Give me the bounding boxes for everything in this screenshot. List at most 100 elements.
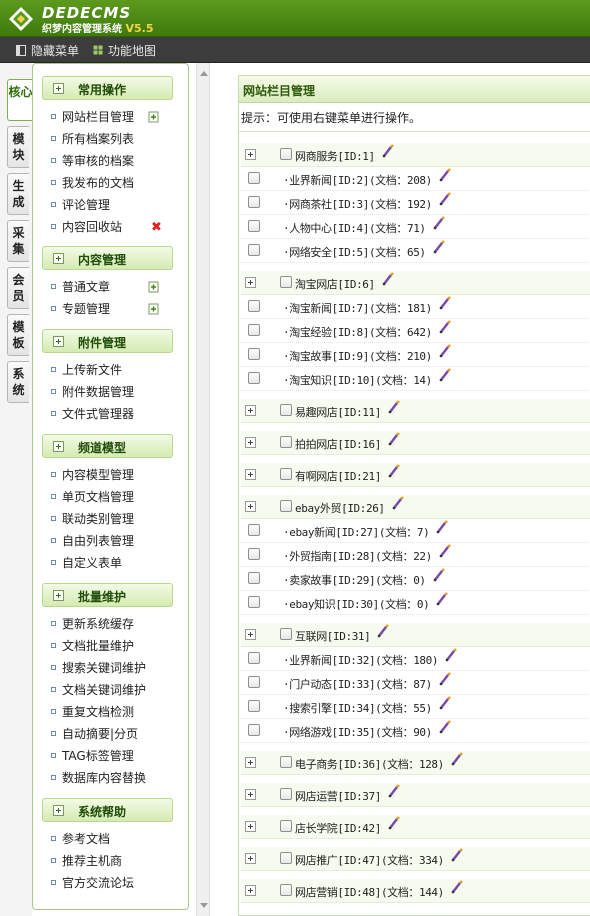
- sidebar-item-pending-archives[interactable]: 等审核的档案: [51, 152, 134, 170]
- tab-core[interactable]: 核心: [7, 79, 33, 121]
- expand-icon[interactable]: [245, 821, 256, 832]
- add-icon[interactable]: [148, 281, 160, 293]
- sidebar-item-db-replace[interactable]: 数据库内容替换: [51, 769, 146, 787]
- category-row[interactable]: 网店营销[ID:48](文档：144): [241, 879, 590, 903]
- sidebar-item-my-documents[interactable]: 我发布的文档: [51, 174, 134, 192]
- edit-icon[interactable]: [438, 168, 452, 182]
- section-header-common[interactable]: 常用操作: [42, 76, 173, 100]
- section-header-content[interactable]: 内容管理: [42, 246, 173, 270]
- edit-icon[interactable]: [438, 696, 452, 710]
- subcategory-row[interactable]: ·门户动态[ID:33](文档：87): [241, 671, 590, 695]
- select-checkbox[interactable]: [280, 820, 292, 832]
- category-row[interactable]: 互联网[ID:31]: [241, 623, 590, 647]
- select-checkbox[interactable]: [248, 676, 260, 688]
- select-checkbox[interactable]: [280, 884, 292, 896]
- select-checkbox[interactable]: [280, 628, 292, 640]
- subcategory-row[interactable]: ·淘宝经验[ID:8](文档：642): [241, 319, 590, 343]
- edit-icon[interactable]: [435, 520, 449, 534]
- subcategory-row[interactable]: ·ebay新闻[ID:27](文档：7): [241, 519, 590, 543]
- select-checkbox[interactable]: [248, 596, 260, 608]
- select-checkbox[interactable]: [280, 436, 292, 448]
- edit-icon[interactable]: [438, 296, 452, 310]
- sidebar-item-comments[interactable]: 评论管理: [51, 196, 110, 214]
- sidebar-item-reference-docs[interactable]: 参考文档: [51, 830, 110, 848]
- tab-generate[interactable]: 生成: [7, 173, 29, 215]
- select-checkbox[interactable]: [248, 372, 260, 384]
- delete-icon[interactable]: ✖: [151, 221, 162, 234]
- edit-icon[interactable]: [450, 752, 464, 766]
- expand-icon[interactable]: [245, 853, 256, 864]
- subcategory-row[interactable]: ·业界新闻[ID:2](文档：208): [241, 167, 590, 191]
- sidebar-item-column-management[interactable]: 网站栏目管理: [51, 108, 134, 126]
- sidebar-item-single-pages[interactable]: 单页文档管理: [51, 488, 134, 506]
- add-icon[interactable]: [148, 111, 160, 123]
- sidebar-item-update-cache[interactable]: 更新系统缓存: [51, 615, 134, 633]
- section-header-attachments[interactable]: 附件管理: [42, 329, 173, 353]
- edit-icon[interactable]: [438, 672, 452, 686]
- edit-icon[interactable]: [438, 368, 452, 382]
- edit-icon[interactable]: [387, 432, 401, 446]
- category-row[interactable]: 网店推广[ID:47](文档：334): [241, 847, 590, 871]
- edit-icon[interactable]: [438, 344, 452, 358]
- select-checkbox[interactable]: [280, 788, 292, 800]
- select-checkbox[interactable]: [280, 404, 292, 416]
- category-row[interactable]: 店长学院[ID:42]: [241, 815, 590, 839]
- category-row[interactable]: 网店运营[ID:37]: [241, 783, 590, 807]
- edit-icon[interactable]: [387, 816, 401, 830]
- expand-icon[interactable]: [245, 277, 256, 288]
- sidebar-item-batch-docs[interactable]: 文档批量维护: [51, 637, 134, 655]
- edit-icon[interactable]: [391, 496, 405, 510]
- category-row[interactable]: 拍拍网店[ID:16]: [241, 431, 590, 455]
- sidebar-item-content-models[interactable]: 内容模型管理: [51, 466, 134, 484]
- category-row[interactable]: 电子商务[ID:36](文档：128): [241, 751, 590, 775]
- edit-icon[interactable]: [438, 720, 452, 734]
- sidebar-item-doc-keywords[interactable]: 文档关键词维护: [51, 681, 146, 699]
- sidebar-item-free-lists[interactable]: 自由列表管理: [51, 532, 134, 550]
- edit-icon[interactable]: [432, 568, 446, 582]
- edit-icon[interactable]: [381, 144, 395, 158]
- category-row[interactable]: 易趣网店[ID:11]: [241, 399, 590, 423]
- tab-module[interactable]: 模块: [7, 126, 29, 168]
- sidebar-item-search-keywords[interactable]: 搜索关键词维护: [51, 659, 146, 677]
- expand-icon[interactable]: [245, 437, 256, 448]
- sidebar-item-tag-management[interactable]: TAG标签管理: [51, 747, 134, 765]
- subcategory-row[interactable]: ·淘宝故事[ID:9](文档：210): [241, 343, 590, 367]
- edit-icon[interactable]: [387, 784, 401, 798]
- section-header-batch-maintenance[interactable]: 批量维护: [42, 583, 173, 607]
- sidebar-item-hosting[interactable]: 推荐主机商: [51, 852, 122, 870]
- sidebar-item-custom-forms[interactable]: 自定义表单: [51, 554, 122, 572]
- subcategory-row[interactable]: ·人物中心[ID:4](文档：71): [241, 215, 590, 239]
- tab-member[interactable]: 会员: [7, 267, 29, 309]
- expand-icon[interactable]: [245, 757, 256, 768]
- select-checkbox[interactable]: [248, 700, 260, 712]
- sidebar-item-recycle-bin[interactable]: 内容回收站: [51, 218, 122, 236]
- expand-icon[interactable]: [245, 149, 256, 160]
- expand-icon[interactable]: [245, 885, 256, 896]
- select-checkbox[interactable]: [248, 196, 260, 208]
- select-checkbox[interactable]: [248, 324, 260, 336]
- expand-icon[interactable]: [245, 629, 256, 640]
- sidebar-item-topics[interactable]: 专题管理: [51, 300, 110, 318]
- category-row[interactable]: ebay外贸[ID:26]: [241, 495, 590, 519]
- subcategory-row[interactable]: ·网商茶社[ID:3](文档：192): [241, 191, 590, 215]
- tab-template[interactable]: 模板: [7, 314, 29, 356]
- subcategory-row[interactable]: ·业界新闻[ID:32](文档：180): [241, 647, 590, 671]
- edit-icon[interactable]: [432, 216, 446, 230]
- edit-icon[interactable]: [438, 544, 452, 558]
- category-row[interactable]: 网商服务[ID:1]: [241, 143, 590, 167]
- select-checkbox[interactable]: [280, 468, 292, 480]
- expand-icon[interactable]: [245, 789, 256, 800]
- select-checkbox[interactable]: [280, 852, 292, 864]
- sidebar-item-file-manager[interactable]: 文件式管理器: [51, 405, 134, 423]
- select-checkbox[interactable]: [248, 244, 260, 256]
- edit-icon[interactable]: [450, 848, 464, 862]
- scroll-down-icon[interactable]: [200, 903, 208, 908]
- subcategory-row[interactable]: ·卖家故事[ID:29](文档：0): [241, 567, 590, 591]
- sidebar-item-attachment-data[interactable]: 附件数据管理: [51, 383, 134, 401]
- subcategory-row[interactable]: ·外贸指南[ID:28](文档：22): [241, 543, 590, 567]
- expand-icon[interactable]: [245, 469, 256, 480]
- expand-icon[interactable]: [245, 501, 256, 512]
- sidebar-scrollbar[interactable]: [196, 63, 210, 916]
- select-checkbox[interactable]: [248, 572, 260, 584]
- select-checkbox[interactable]: [248, 724, 260, 736]
